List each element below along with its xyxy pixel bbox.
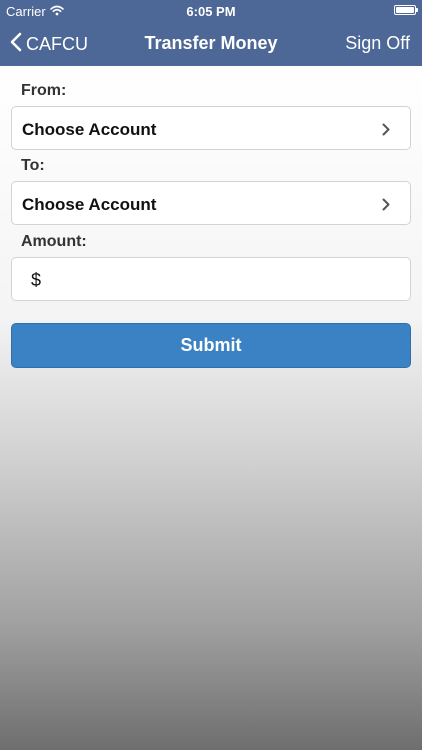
chevron-right-icon: [382, 123, 390, 141]
chevron-right-icon: [382, 198, 390, 216]
sign-off-button[interactable]: Sign Off: [345, 33, 410, 54]
amount-input[interactable]: [46, 265, 400, 295]
to-account-value: Choose Account: [22, 195, 157, 214]
amount-field[interactable]: $: [11, 257, 411, 301]
currency-symbol: $: [31, 270, 42, 290]
transfer-form: From: Choose Account To: Choose Account …: [0, 66, 422, 750]
submit-button[interactable]: Submit: [11, 323, 411, 368]
status-bar: Carrier 6:05 PM: [0, 0, 422, 22]
amount-label: Amount:: [21, 233, 87, 250]
from-account-selector[interactable]: Choose Account: [11, 106, 411, 150]
from-account-value: Choose Account: [22, 120, 157, 139]
from-label: From:: [21, 82, 67, 99]
nav-bar: CAFCU Transfer Money Sign Off: [0, 22, 422, 66]
to-label: To:: [21, 157, 45, 174]
header: Carrier 6:05 PM CAFCU Transfer Money Sig…: [0, 0, 422, 66]
status-time: 6:05 PM: [186, 4, 236, 19]
to-account-selector[interactable]: Choose Account: [11, 181, 411, 225]
battery-icon: [394, 5, 418, 15]
